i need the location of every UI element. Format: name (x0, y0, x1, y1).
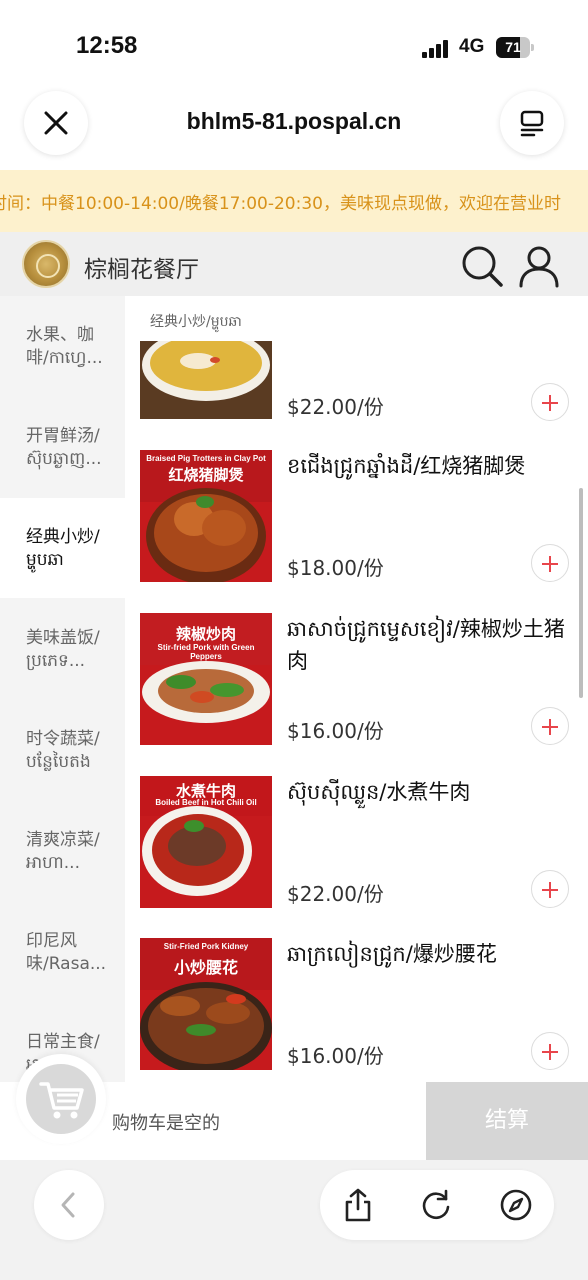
search-icon[interactable] (460, 244, 504, 288)
status-bar: 12:58 4G 71 (0, 0, 588, 90)
category-label: 水果、咖啡/កាហ្វេ... (26, 325, 103, 368)
compass-icon[interactable] (498, 1187, 534, 1223)
dish-image: Stir-Fried Pork Kidney 小炒腰花 (140, 938, 272, 1070)
section-title: 经典小炒/ម្ហូបឆា (150, 314, 242, 330)
dish-name: ឆាសាច់ជ្រូកម្ទេសខៀវ/辣椒炒土猪肉 (287, 617, 565, 673)
image-subtitle: Braised Pig Trotters in Clay Pot (146, 454, 266, 463)
user-icon[interactable] (518, 244, 560, 288)
chevron-left-icon (61, 1192, 75, 1218)
share-icon[interactable] (340, 1187, 376, 1223)
notice-banner: 时间：中餐10:00-14:00/晚餐17:00-20:30，美味现点现做，欢迎… (0, 170, 588, 232)
add-to-cart-button[interactable] (531, 1032, 569, 1070)
dish-price: $22.00/份 (287, 395, 384, 419)
product-item[interactable]: Stir-Fried Pork Kidney 小炒腰花 ឆាក្រលៀនជ្រូក… (125, 938, 588, 1082)
cart-icon (39, 1082, 84, 1119)
dish-price: $16.00/份 (287, 719, 384, 743)
product-item[interactable]: Braised Pig Trotters in Clay Pot 红烧猪脚煲 ខជ… (125, 450, 588, 612)
browser-header: bhlm5-81.pospal.cn (0, 88, 588, 168)
add-to-cart-button[interactable] (531, 707, 569, 745)
page-url: bhlm5-81.pospal.cn (186, 108, 402, 134)
scrollbar[interactable] (579, 488, 583, 698)
battery-level: 71 (505, 39, 521, 55)
dish-image: 水煮牛肉 Boiled Beef in Hot Chili Oil (140, 776, 272, 908)
category-item-active[interactable]: 经典小炒/ម្ហូបឆា (0, 498, 125, 598)
menu-icon (520, 110, 544, 137)
category-item[interactable]: 开胃鲜汤/ស៊ុបឆ្ងាញ... (0, 397, 125, 497)
image-subtitle: Stir-Fried Pork Kidney (163, 942, 249, 951)
dish-image: Braised Pig Trotters in Clay Pot 红烧猪脚煲 (140, 450, 272, 582)
battery-icon: 71 (496, 37, 536, 58)
dish-image (140, 341, 272, 419)
network-type: 4G (459, 36, 485, 57)
toolbar-pill (320, 1170, 554, 1240)
add-to-cart-button[interactable] (531, 870, 569, 908)
image-title: 红烧猪脚煲 (168, 466, 244, 484)
product-list: 经典小炒/ម្ហូបឆា $22.00/份 Braised Pig Trotte… (125, 296, 588, 1082)
close-icon (44, 111, 68, 135)
reload-icon[interactable] (418, 1187, 454, 1223)
add-to-cart-button[interactable] (531, 383, 569, 421)
notice-text: 时间：中餐10:00-14:00/晚餐17:00-20:30，美味现点现做，欢迎… (0, 194, 561, 214)
browser-toolbar (0, 1160, 588, 1280)
image-subtitle: Stir-fried Pork with Green Peppers (157, 643, 255, 661)
dish-price: $16.00/份 (287, 1044, 384, 1068)
checkout-button[interactable]: 结算 (426, 1082, 588, 1160)
category-item[interactable]: 美味盖饭/ប្រភេទ... (0, 599, 125, 699)
status-time: 12:58 (76, 32, 138, 59)
restaurant-logo (22, 240, 70, 288)
category-item[interactable]: 印尼风味/Rasa... (0, 902, 125, 1002)
category-label: 时令蔬菜/បន្លែបៃតង (26, 729, 100, 772)
image-title: 小炒腰花 (173, 958, 238, 977)
product-item[interactable]: 水煮牛肉 Boiled Beef in Hot Chili Oil ស៊ុបសុី… (125, 776, 588, 938)
category-item[interactable]: 时令蔬菜/បន្លែបៃតង (0, 700, 125, 800)
category-label: 美味盖饭/ប្រភេទ... (26, 628, 100, 671)
product-item[interactable]: 辣椒炒肉 Stir-fried Pork with Green Peppers ឆ… (125, 613, 588, 775)
category-sidebar: 水果、咖啡/កាហ្វេ... 开胃鲜汤/ស៊ុបឆ្ងាញ... 经典小炒/ម… (0, 296, 125, 1082)
signal-icon (422, 38, 452, 58)
category-item[interactable]: 清爽凉菜/អាហា... (0, 801, 125, 901)
back-button[interactable] (34, 1170, 104, 1240)
cart-empty-text: 购物车是空的 (112, 1113, 220, 1134)
cart-button[interactable] (26, 1064, 96, 1134)
store-name: 棕榈花餐厅 (84, 257, 199, 283)
dish-name: ឆាក្រលៀនជ្រូក/爆炒腰花 (287, 942, 497, 966)
category-label: 开胃鲜汤/ស៊ុបឆ្ងាញ... (26, 426, 102, 469)
dish-name: ខជើងជ្រូកឆ្នាំងដី/红烧猪脚煲 (287, 454, 526, 478)
category-label: 印尼风味/Rasa... (26, 931, 107, 974)
category-label: 清爽凉菜/អាហា... (26, 830, 100, 873)
add-to-cart-button[interactable] (531, 544, 569, 582)
image-title: 辣椒炒肉 (175, 625, 236, 643)
close-button[interactable] (24, 91, 88, 155)
browser-menu-button[interactable] (500, 91, 564, 155)
dish-price: $22.00/份 (287, 882, 384, 906)
dish-image: 辣椒炒肉 Stir-fried Pork with Green Peppers (140, 613, 272, 745)
dish-name: ស៊ុបសុីឈ្លួន/水煮牛肉 (287, 780, 471, 804)
dish-price: $18.00/份 (287, 556, 384, 580)
category-item[interactable]: 水果、咖啡/កាហ្វេ... (0, 296, 125, 396)
category-label: 经典小炒/ម្ហូបឆា (26, 527, 100, 570)
store-header: 棕榈花餐厅 (0, 232, 588, 296)
